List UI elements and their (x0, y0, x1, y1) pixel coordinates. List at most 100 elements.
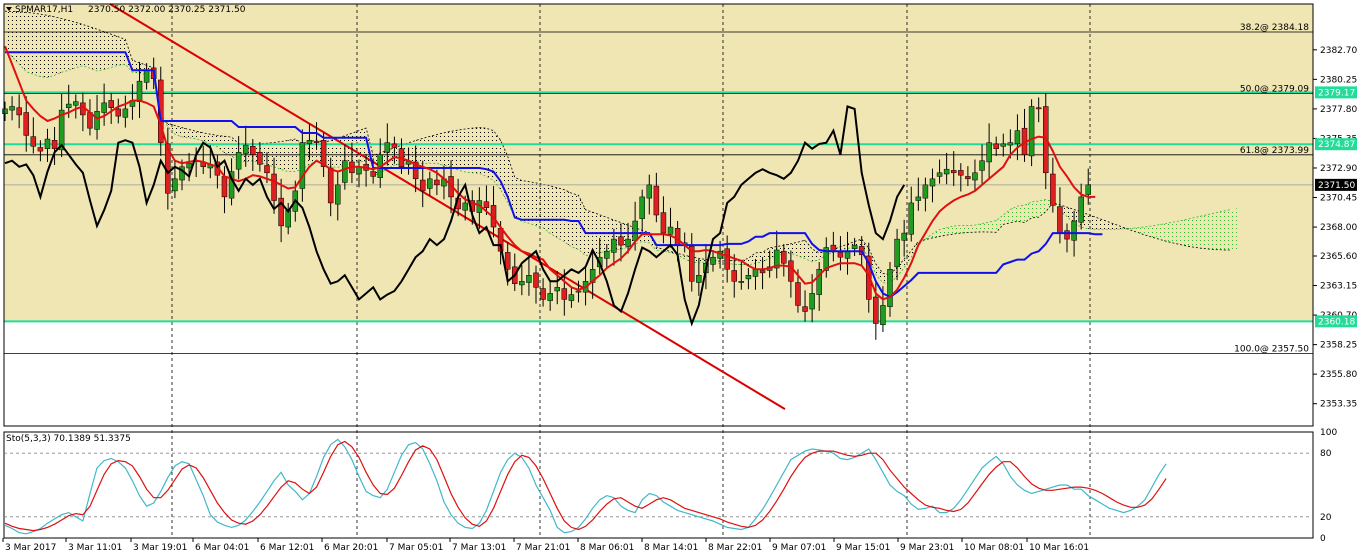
candle-body-74 (526, 275, 532, 283)
level-tag-label-1: 2374.87 (1318, 140, 1355, 150)
cloud-segment-16 (118, 36, 126, 66)
sto-tick-label-3: 0 (1320, 534, 1326, 544)
candle-body-65 (462, 202, 468, 211)
candle-body-94 (667, 226, 674, 235)
candle-body-2 (16, 107, 22, 116)
candle-body-42 (299, 142, 306, 189)
cloud-segment-66 (472, 127, 480, 174)
cloud-segment-164 (1166, 222, 1174, 243)
candle-body-86 (611, 238, 617, 253)
cloud-segment-58 (415, 138, 423, 164)
candle-body-128 (908, 202, 914, 235)
candle-body-148 (1050, 173, 1056, 206)
candle-body-113 (802, 306, 808, 312)
x-tick-label-6: 7 Mar 05:01 (389, 543, 443, 553)
candle-body-36 (257, 152, 263, 165)
candle-body-15 (108, 100, 114, 108)
y-tick-label-2: 2377.80 (1320, 105, 1357, 115)
cloud-segment-59 (422, 136, 430, 164)
cloud-segment-31 (224, 136, 232, 156)
candle-body-93 (660, 212, 667, 234)
y-tick-label-12: 2353.35 (1320, 400, 1357, 410)
candle-body-24 (172, 178, 178, 192)
cloud-segment-65 (465, 128, 473, 173)
cloud-segment-14 (104, 31, 112, 70)
cloud-segment-46 (330, 138, 338, 168)
candle-body-102 (724, 248, 730, 270)
cloud-segment-166 (1180, 219, 1188, 247)
x-tick-label-1: 3 Mar 11:01 (68, 543, 122, 553)
price-chart[interactable]: 38.2@ 2384.18 50.0@ 2379.09 61.8@ 2373.99 1… (0, 0, 1358, 557)
sto-tick-label-0: 100 (1320, 428, 1337, 438)
x-tick-label-14: 9 Mar 23:01 (900, 543, 954, 553)
candle-body-127 (901, 232, 907, 241)
candle-body-59 (419, 179, 426, 192)
candle-body-81 (575, 290, 582, 293)
cloud-segment-13 (97, 29, 105, 71)
cloud-segment-68 (486, 128, 494, 181)
candle-body-19 (136, 80, 143, 102)
candle-body-3 (23, 112, 29, 136)
candle-body-125 (887, 269, 893, 307)
y-tick-label-10: 2358.25 (1320, 341, 1357, 351)
cloud-segment-49 (351, 130, 359, 164)
candle-body-7 (51, 139, 58, 149)
candle-body-16 (115, 108, 122, 117)
cloud-segment-77 (550, 185, 558, 238)
candle-body-92 (653, 185, 660, 216)
candle-body-105 (745, 275, 752, 280)
candle-body-100 (710, 256, 716, 265)
x-tick-label-9: 8 Mar 06:01 (580, 543, 634, 553)
candle-body-55 (391, 143, 398, 148)
candle-body-112 (795, 282, 801, 306)
candle-body-5 (37, 147, 44, 152)
cloud-segment-145 (1031, 201, 1039, 218)
cloud-segment-60 (429, 134, 437, 164)
candle-body-133 (943, 168, 950, 175)
candle-body-13 (94, 111, 100, 130)
candle-body-88 (625, 238, 631, 247)
candle-body-151 (1071, 220, 1077, 241)
cloud-segment-6 (47, 15, 55, 78)
cloud-segment-15 (111, 34, 119, 68)
candle-body-9 (65, 103, 72, 108)
fib-label-0: 38.2@ 2384.18 (1240, 23, 1309, 33)
cloud-segment-170 (1208, 212, 1216, 250)
cloud-segment-12 (90, 26, 97, 71)
candle-body-47 (335, 184, 341, 205)
cloud-segment-172 (1222, 209, 1230, 250)
x-tick-label-0: 3 Mar 2017 (5, 543, 56, 553)
candle-body-138 (979, 160, 985, 171)
candle-body-95 (674, 228, 681, 246)
cloud-segment-143 (1017, 205, 1025, 223)
cloud-segment-162 (1152, 224, 1159, 240)
candle-body-10 (73, 101, 79, 106)
y-tick-label-11: 2355.80 (1320, 370, 1357, 380)
candle-body-140 (993, 143, 999, 149)
candle-body-4 (30, 136, 37, 147)
cloud-segment-136 (967, 225, 975, 233)
cloud-segment-169 (1201, 214, 1209, 249)
fib-label-1: 50.0@ 2379.09 (1240, 84, 1309, 94)
cloud-segment-139 (989, 220, 997, 233)
candle-body-77 (547, 293, 553, 301)
x-tick-label-5: 6 Mar 20:01 (324, 543, 378, 553)
cloud-segment-171 (1215, 211, 1223, 250)
candle-body-136 (965, 176, 971, 180)
candle-body-103 (731, 270, 737, 282)
x-tick-label-7: 7 Mar 13:01 (452, 543, 506, 553)
cloud-segment-163 (1159, 223, 1167, 242)
cloud-segment-112 (798, 240, 805, 259)
x-tick-label-13: 9 Mar 15:01 (836, 543, 890, 553)
candle-body-80 (568, 294, 575, 301)
sto-tick-label-1: 80 (1320, 449, 1332, 459)
candle-body-142 (1007, 142, 1014, 146)
candle-body-44 (313, 141, 320, 143)
cloud-segment-165 (1173, 220, 1181, 245)
candle-body-145 (1028, 106, 1035, 157)
candle-body-34 (242, 144, 249, 154)
level-tag-label-2: 2360.18 (1318, 317, 1355, 327)
y-tick-label-0: 2382.70 (1320, 46, 1357, 56)
cloud-segment-135 (960, 225, 968, 234)
candle-body-139 (986, 142, 992, 163)
